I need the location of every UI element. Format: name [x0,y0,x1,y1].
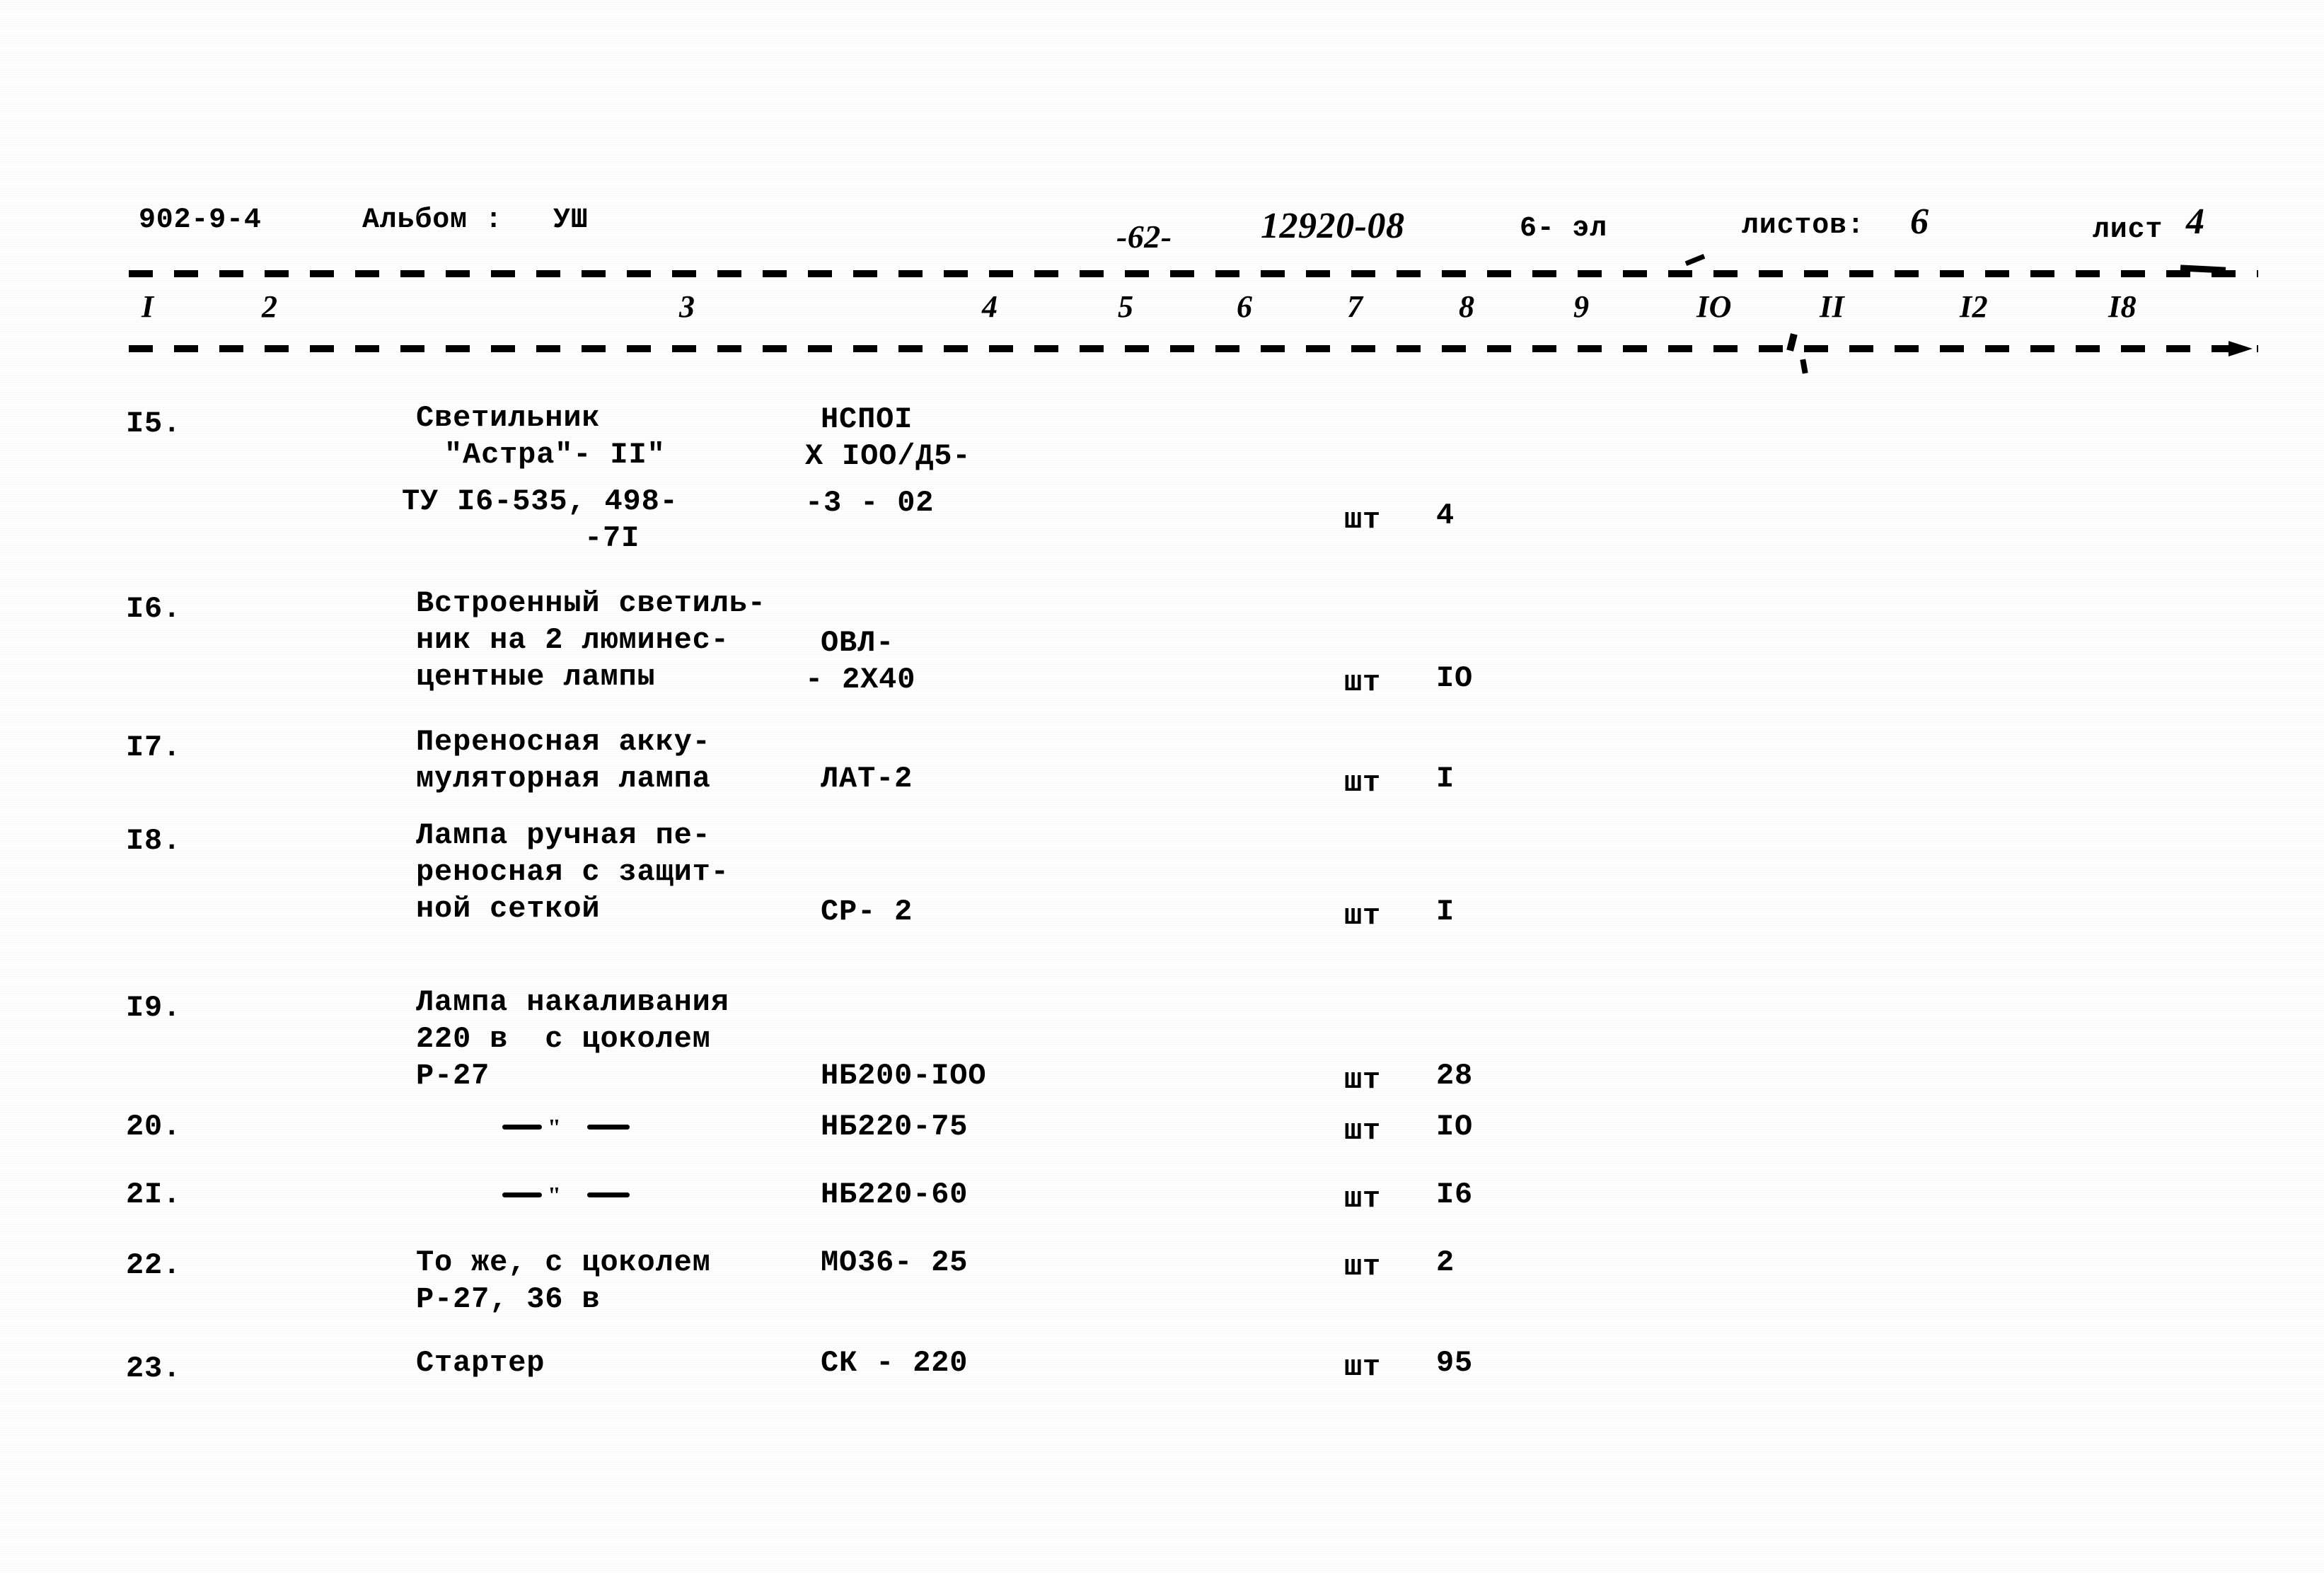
row-1-type-line-1: - 2Х40 [805,663,916,697]
column-number-3: 3 [679,289,695,324]
table-rule-top [129,270,2258,277]
sheets-label: листов: [1742,210,1865,242]
column-number-5: 5 [1118,289,1134,324]
row-3-item-number: I8. [126,824,182,858]
section-label: 6- эл [1520,213,1608,245]
pen-tick-3 [1800,359,1808,374]
row-0-type-line-1: X IOO/Д5- [805,439,971,473]
row-5-unit: шт [1344,1114,1382,1148]
row-0-item-number: I5. [126,407,182,441]
row-3-unit: шт [1344,899,1382,933]
row-5-type-line-0: НБ220-75 [821,1110,969,1144]
page-marker: -62- [1116,219,1172,255]
column-number-6: 6 [1237,289,1253,324]
ditto-bar-left [502,1192,542,1197]
album-label: Альбом : [362,204,503,236]
order-number: 12920-08 [1261,206,1405,246]
row-7-name-line-0: То же, с цоколем [416,1246,711,1279]
column-number-13: I8 [2108,289,2137,324]
row-4-name-line-0: Лампа накаливания [416,985,729,1019]
column-number-9: 9 [1573,289,1590,324]
sheet-value: 4 [2186,202,2205,242]
row-8-unit: шт [1344,1350,1382,1384]
row-4-type-line-0: НБ200-IOO [821,1059,987,1093]
row-0-type-line-2: -3 - 02 [805,486,935,520]
row-2-type-line-0: ЛАТ-2 [821,762,913,796]
row-4-quantity: 28 [1436,1059,1474,1093]
row-7-quantity: 2 [1436,1246,1455,1279]
row-1-item-number: I6. [126,592,182,626]
row-2-name-line-1: муляторная лампа [416,762,711,796]
sheets-value: 6 [1910,202,1929,242]
row-8-quantity: 95 [1436,1346,1474,1380]
row-7-name-line-1: Р-27, 36 в [416,1282,601,1316]
ditto-bar-left [502,1125,542,1130]
row-1-name-line-1: ник на 2 люминес- [416,623,729,657]
row-0-name-line-1: "Астра"- II" [444,438,666,472]
pen-arrow-icon [2228,341,2253,356]
row-4-name-line-1: 220 в с цоколем [416,1022,711,1056]
column-number-4: 4 [982,289,998,324]
row-0-type-line-0: НСПOI [821,402,913,436]
row-0-name-line-0: Светильник [416,401,601,435]
row-1-quantity: IO [1436,661,1474,695]
row-1-type-line-0: ОВЛ- [821,626,895,660]
row-4-item-number: I9. [126,991,182,1025]
row-6-ditto-mark: " [502,1183,630,1214]
row-0-unit: шт [1344,503,1382,537]
row-5-quantity: IO [1436,1110,1474,1144]
row-3-type-line-0: СР- 2 [821,895,913,929]
ditto-quote-glyph: " [548,1183,561,1209]
row-0-quantity: 4 [1436,499,1455,533]
row-5-ditto-mark: " [502,1115,630,1146]
row-2-item-number: I7. [126,731,182,765]
pen-tick-1 [1684,254,1706,266]
column-number-11: II [1820,289,1845,324]
row-1-unit: шт [1344,666,1382,700]
row-5-item-number: 20. [126,1110,182,1144]
row-2-name-line-0: Переносная акку- [416,725,711,759]
row-8-name-line-0: Стартер [416,1346,545,1380]
row-1-name-line-0: Встроенный светиль- [416,586,766,620]
table-rule-bottom [129,345,2258,352]
row-3-name-line-0: Лампа ручная пе- [416,818,711,852]
row-4-unit: шт [1344,1063,1382,1097]
row-2-quantity: I [1436,762,1455,796]
column-number-12: I2 [1960,289,1989,324]
ditto-bar-right [587,1192,630,1197]
row-3-quantity: I [1436,895,1455,929]
row-6-type-line-0: НБ220-60 [821,1178,969,1212]
row-0-name-line-2: ТУ I6-535, 498- [402,484,678,518]
row-8-item-number: 23. [126,1352,182,1386]
ditto-quote-glyph: " [548,1115,561,1141]
row-6-quantity: I6 [1436,1178,1474,1212]
drawing-code: 902-9-4 [139,204,262,236]
row-6-item-number: 2I. [126,1178,182,1212]
ditto-bar-right [587,1125,630,1130]
row-4-name-line-2: Р-27 [416,1059,490,1093]
column-number-7: 7 [1347,289,1363,324]
row-7-item-number: 22. [126,1248,182,1282]
row-8-type-line-0: СК - 220 [821,1346,969,1380]
album-value: УШ [553,204,589,236]
column-number-1: I [141,289,154,324]
row-2-unit: шт [1344,766,1382,800]
scanned-document-page: 902-9-4 Альбом : УШ -62- 12920-08 6- эл … [0,0,2324,1573]
column-number-10: IO [1696,289,1732,324]
row-7-unit: шт [1344,1250,1382,1284]
row-3-name-line-2: ной сеткой [416,892,601,926]
column-number-2: 2 [262,289,278,324]
row-7-type-line-0: МО36- 25 [821,1246,969,1279]
row-6-unit: шт [1344,1182,1382,1216]
column-number-8: 8 [1459,289,1475,324]
row-3-name-line-1: реносная с защит- [416,855,729,889]
sheet-label: лист [2093,214,2163,246]
row-0-name-line-3: -7I [584,521,640,555]
row-1-name-line-2: центные лампы [416,660,656,694]
